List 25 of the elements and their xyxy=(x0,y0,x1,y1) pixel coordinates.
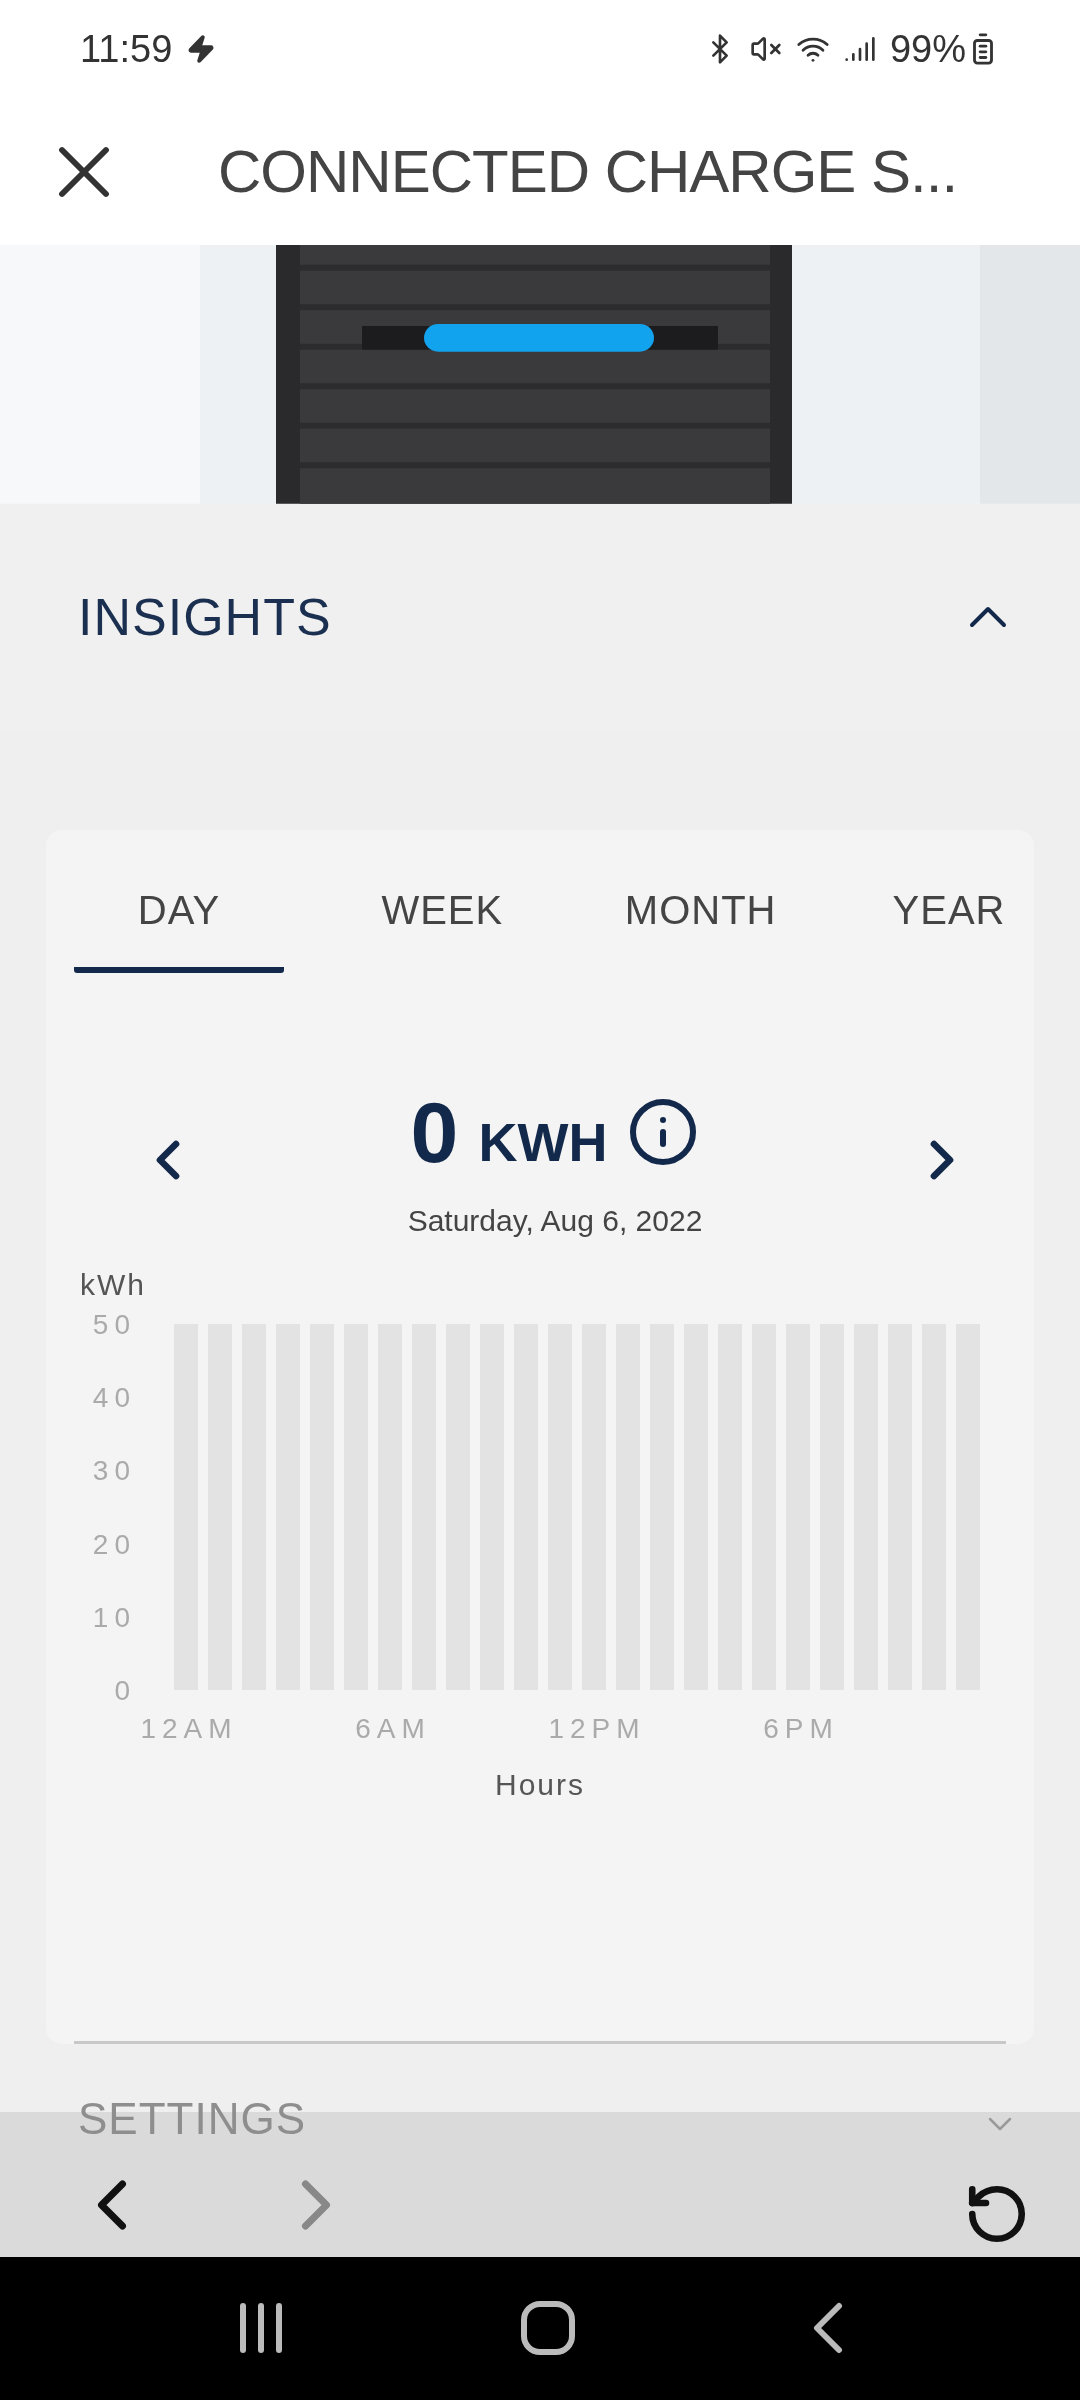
status-time: 11:59 xyxy=(80,27,173,71)
date-label: Saturday, Aug 6, 2022 xyxy=(407,1203,703,1238)
page-title: CONNECTED CHARGE S... xyxy=(218,137,958,207)
y-tick-label: 0 xyxy=(114,1674,136,1706)
x-tick-label: 6AM xyxy=(355,1712,431,1744)
battery-percent: 99% xyxy=(889,27,966,71)
energy-total: 0 xyxy=(410,1082,459,1182)
section-title: INSIGHTS xyxy=(78,587,332,648)
x-axis-label: Hours xyxy=(495,1767,585,1802)
x-tick-label: 12AM xyxy=(140,1712,238,1744)
energy-unit: KWH xyxy=(478,1111,608,1174)
section-title: SETTINGS xyxy=(78,2094,307,2145)
period-tab[interactable]: WEEK xyxy=(367,859,518,973)
x-tick-label: 12PM xyxy=(548,1712,646,1744)
y-tick-label: 30 xyxy=(92,1455,136,1487)
y-tick-label: 40 xyxy=(92,1381,136,1413)
y-axis-label: kWh xyxy=(80,1267,146,1302)
y-tick-label: 50 xyxy=(92,1308,136,1340)
y-tick-label: 10 xyxy=(92,1601,136,1633)
period-tab[interactable]: MONTH xyxy=(600,859,801,973)
home-icon[interactable] xyxy=(520,2300,576,2357)
period-tab[interactable]: DAY xyxy=(74,859,284,973)
y-tick-label: 20 xyxy=(92,1528,136,1560)
x-tick-label: 6PM xyxy=(763,1712,839,1744)
period-tab[interactable]: YEAR xyxy=(884,859,1014,973)
